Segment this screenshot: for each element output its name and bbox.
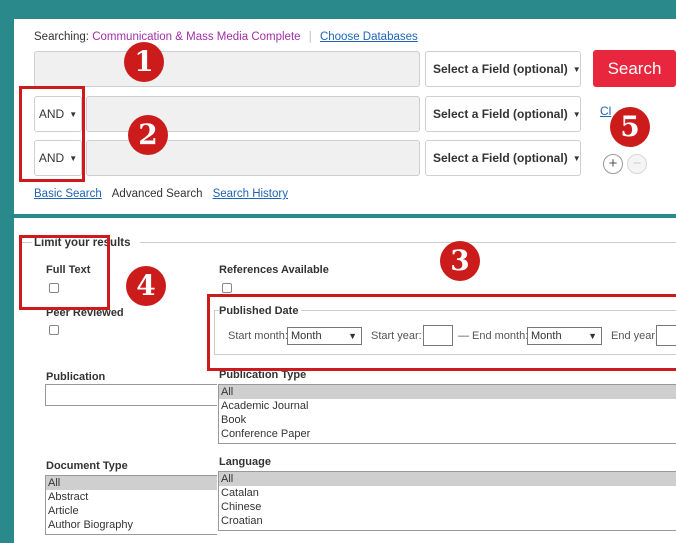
list-item[interactable]: Catalan — [219, 486, 676, 500]
annotation-box-full-text — [19, 235, 110, 310]
marker-5: 5 — [610, 107, 650, 147]
list-item[interactable]: Academic Journal — [219, 399, 676, 413]
clear-link[interactable]: Cl — [600, 104, 611, 118]
list-item[interactable]: All — [219, 385, 676, 399]
field-select-label: Select a Field (optional) — [433, 151, 568, 165]
advanced-search-label: Advanced Search — [111, 188, 203, 200]
field-select-label: Select a Field (optional) — [433, 62, 568, 76]
caret-down-icon: ▼ — [572, 110, 581, 119]
search-mode-links: Basic Search Advanced Search Search Histor… — [34, 188, 288, 200]
annotation-box-date — [207, 294, 676, 371]
publication-label: Publication — [46, 371, 106, 383]
field-select-1[interactable]: Select a Field (optional) ▼ — [425, 51, 581, 87]
field-select-2[interactable]: Select a Field (optional) ▼ — [425, 96, 581, 132]
marker-2: 2 — [128, 115, 168, 155]
references-available-checkbox[interactable] — [222, 283, 232, 293]
field-select-3[interactable]: Select a Field (optional) ▼ — [425, 140, 581, 176]
list-item[interactable]: Book — [219, 413, 676, 427]
separator: | — [308, 31, 312, 43]
language-label: Language — [219, 456, 271, 468]
peer-reviewed-checkbox[interactable] — [49, 325, 59, 335]
references-available-label: References Available — [219, 264, 329, 276]
list-item[interactable]: Chinese — [219, 500, 676, 514]
choose-databases-link[interactable]: Choose Databases — [320, 31, 418, 43]
list-item[interactable]: Article — [46, 504, 217, 518]
list-item[interactable]: Author Biography — [46, 518, 217, 532]
list-item[interactable]: Croatian — [219, 514, 676, 528]
search-button[interactable]: Search — [593, 50, 676, 87]
marker-1: 1 — [124, 42, 164, 82]
database-name: Communication & Mass Media Complete — [92, 31, 301, 43]
search-history-link[interactable]: Search History — [213, 188, 288, 200]
document-type-listbox[interactable]: All Abstract Article Author Biography — [45, 475, 217, 535]
document-type-label: Document Type — [46, 460, 128, 472]
add-row-button[interactable]: + — [603, 154, 623, 174]
list-item[interactable]: All — [219, 472, 676, 486]
caret-down-icon: ▼ — [572, 65, 581, 74]
list-item[interactable]: Abstract — [46, 490, 217, 504]
search-input-1[interactable] — [34, 51, 420, 87]
language-listbox[interactable]: All Catalan Chinese Croatian — [218, 471, 676, 531]
list-item[interactable]: Conference Paper — [219, 427, 676, 441]
divider — [140, 242, 676, 243]
searching-line: Searching: Communication & Mass Media Co… — [34, 31, 418, 43]
remove-row-button[interactable]: − — [627, 154, 647, 174]
caret-down-icon: ▼ — [572, 154, 581, 163]
field-select-label: Select a Field (optional) — [433, 107, 568, 121]
searching-label: Searching: — [34, 31, 89, 43]
basic-search-link[interactable]: Basic Search — [34, 188, 102, 200]
list-item[interactable]: All — [46, 476, 217, 490]
marker-3: 3 — [440, 241, 480, 281]
publication-type-listbox[interactable]: All Academic Journal Book Conference Pap… — [218, 384, 676, 444]
marker-4: 4 — [126, 266, 166, 306]
publication-input[interactable] — [45, 384, 217, 406]
annotation-box-boolean — [19, 86, 85, 182]
